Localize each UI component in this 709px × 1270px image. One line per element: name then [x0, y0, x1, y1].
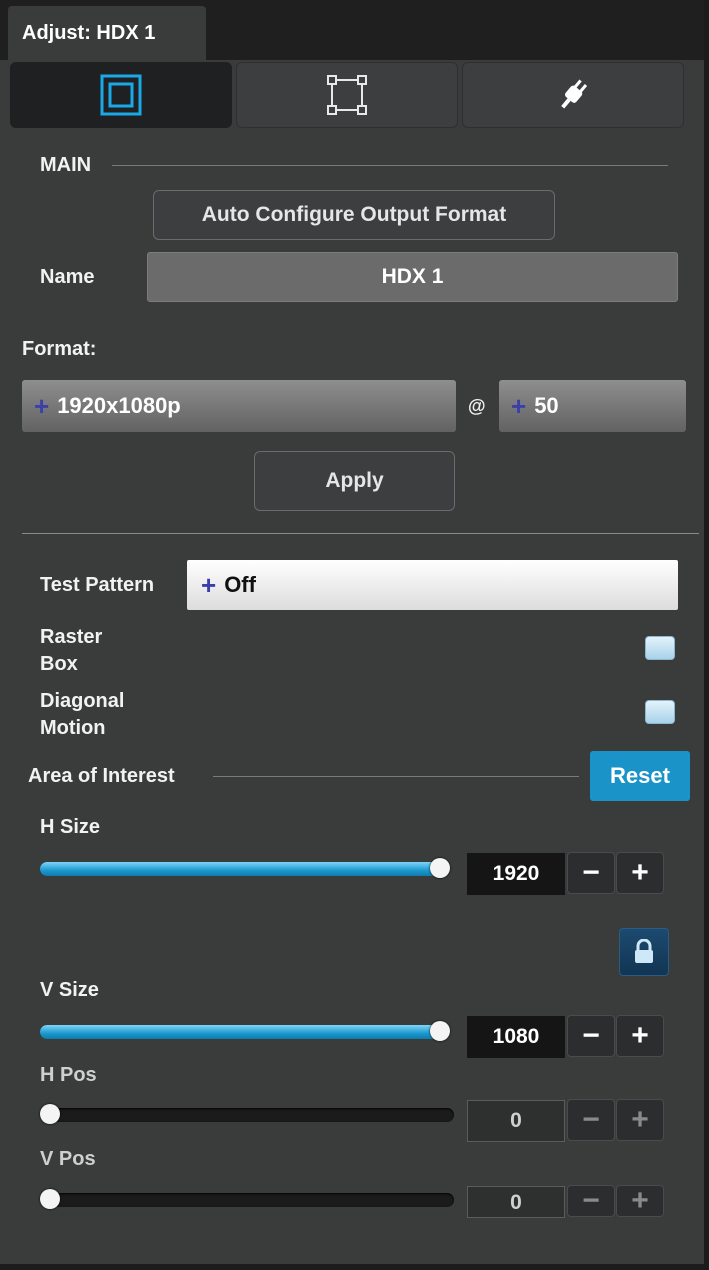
h-pos-slider[interactable]: [40, 1104, 454, 1124]
test-pattern-dropdown[interactable]: + Off: [187, 560, 678, 610]
main-divider: [112, 165, 668, 166]
frame-rate-dropdown[interactable]: + 50: [499, 380, 686, 432]
v-pos-slider[interactable]: [40, 1189, 454, 1209]
crop-corners-icon: [327, 75, 367, 115]
v-size-decrement-button[interactable]: −: [567, 1015, 615, 1057]
raster-box-label-line2: Box: [40, 653, 78, 675]
v-pos-value[interactable]: 0: [467, 1186, 565, 1218]
h-pos-value[interactable]: 0: [467, 1100, 565, 1142]
v-pos-label: V Pos: [40, 1148, 96, 1170]
v-size-value[interactable]: 1080: [467, 1016, 565, 1058]
v-size-slider-fill: [40, 1025, 440, 1039]
scroll-cutoff: [0, 1218, 704, 1264]
resolution-dropdown[interactable]: + 1920x1080p: [22, 380, 456, 432]
name-label: Name: [40, 266, 95, 288]
aspect-lock-button[interactable]: [619, 928, 669, 976]
v-pos-increment-button[interactable]: +: [616, 1184, 664, 1217]
frame-rate-value: 50: [534, 393, 559, 418]
h-size-slider-fill: [40, 862, 440, 876]
h-pos-label: H Pos: [40, 1064, 97, 1086]
plus-icon: +: [511, 390, 527, 421]
v-pos-slider-thumb[interactable]: [40, 1189, 60, 1209]
adjust-panel: Adjust: HDX 1 MAIN Auto Configure Output…: [0, 0, 709, 1270]
raster-box-label: Raster Box: [40, 624, 102, 678]
h-size-label: H Size: [40, 816, 101, 838]
segment-output-frame[interactable]: [10, 62, 232, 128]
h-pos-decrement-button[interactable]: −: [567, 1099, 615, 1141]
at-sign: @: [468, 396, 486, 416]
diagonal-motion-label-line1: Diagonal: [40, 690, 125, 712]
test-pattern-label: Test Pattern: [40, 574, 155, 596]
name-field[interactable]: HDX 1: [147, 252, 678, 302]
section-title-area-of-interest: Area of Interest: [28, 765, 175, 787]
diagonal-motion-label: Diagonal Motion: [40, 688, 124, 742]
h-pos-slider-thumb[interactable]: [40, 1104, 60, 1124]
h-size-increment-button[interactable]: +: [616, 852, 664, 894]
v-pos-decrement-button[interactable]: −: [567, 1184, 615, 1217]
h-size-value[interactable]: 1920: [467, 853, 565, 895]
format-label: Format:: [22, 338, 97, 360]
h-size-slider[interactable]: [40, 858, 450, 878]
plus-icon: +: [34, 390, 50, 421]
v-size-label: V Size: [40, 979, 99, 1001]
segment-connection[interactable]: [462, 62, 684, 128]
test-pattern-value: Off: [224, 572, 256, 597]
v-size-increment-button[interactable]: +: [616, 1015, 664, 1057]
raster-box-label-line1: Raster: [40, 626, 103, 648]
h-size-slider-thumb[interactable]: [430, 858, 450, 878]
v-size-slider[interactable]: [40, 1021, 450, 1041]
lock-icon: [635, 939, 653, 963]
diagonal-motion-checkbox[interactable]: [645, 700, 675, 724]
auto-configure-button[interactable]: Auto Configure Output Format: [153, 190, 555, 240]
h-pos-increment-button[interactable]: +: [616, 1099, 664, 1141]
raster-box-checkbox[interactable]: [645, 636, 675, 660]
tab-adjust[interactable]: Adjust: HDX 1: [8, 6, 206, 60]
section-divider: [22, 533, 699, 534]
v-size-slider-thumb[interactable]: [430, 1021, 450, 1041]
h-size-decrement-button[interactable]: −: [567, 852, 615, 894]
segment-crop[interactable]: [236, 62, 458, 128]
plus-icon: +: [201, 569, 217, 600]
frame-square-icon: [100, 74, 142, 116]
reset-button[interactable]: Reset: [590, 751, 690, 801]
aoi-divider: [213, 776, 579, 777]
resolution-value: 1920x1080p: [57, 393, 181, 418]
diagonal-motion-label-line2: Motion: [40, 717, 106, 739]
apply-button[interactable]: Apply: [254, 451, 455, 511]
title-bar: Adjust: HDX 1: [0, 0, 704, 60]
plug-icon: [561, 79, 588, 109]
section-title-main: MAIN: [40, 154, 92, 176]
